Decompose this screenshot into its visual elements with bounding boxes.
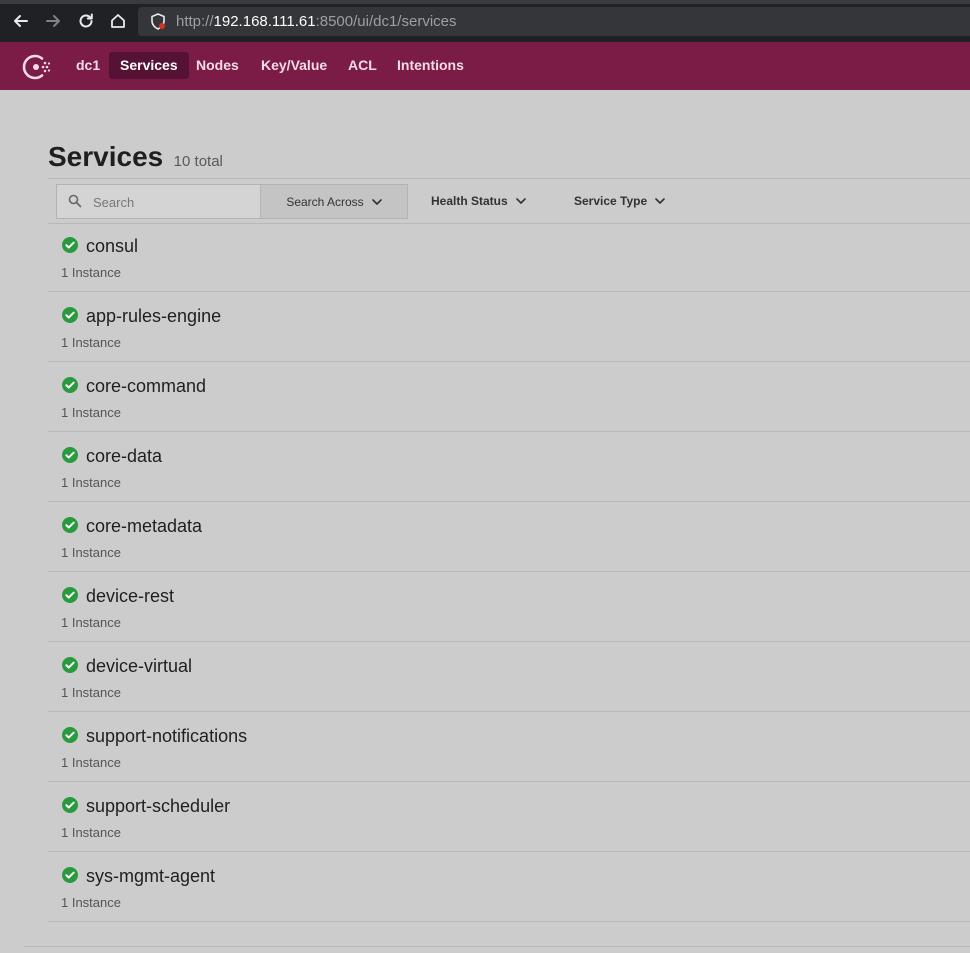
service-list: consul 1 Instance app-rules-engine 1 Instan… — [48, 222, 970, 922]
health-status-label: Health Status — [431, 193, 508, 208]
back-button[interactable] — [10, 10, 32, 32]
arrow-right-icon — [46, 15, 60, 27]
url-text: http://192.168.111.61:8500/ui/dc1/servic… — [176, 13, 457, 30]
url-path: :8500/ui/dc1/services — [315, 13, 457, 30]
service-instance-count: 1 Instance — [61, 475, 121, 490]
check-circle-icon — [62, 727, 78, 743]
arrow-left-icon — [14, 15, 28, 27]
service-instance-count: 1 Instance — [61, 615, 121, 630]
check-circle-icon — [62, 447, 78, 463]
service-name[interactable]: support-scheduler — [86, 796, 230, 817]
page-heading: Services 10 total — [48, 141, 223, 173]
check-circle-icon — [62, 657, 78, 673]
service-type-dropdown[interactable]: Service Type — [574, 184, 665, 217]
search-input[interactable] — [91, 191, 255, 213]
service-name[interactable]: core-command — [86, 376, 206, 397]
service-name[interactable]: consul — [86, 236, 138, 257]
nav-acl[interactable]: ACL — [337, 52, 388, 79]
service-row[interactable]: sys-mgmt-agent 1 Instance — [48, 852, 970, 922]
check-circle-icon — [62, 867, 78, 883]
nav-nodes[interactable]: Nodes — [185, 52, 250, 79]
service-name[interactable]: core-data — [86, 446, 162, 467]
filter-bar: Search Across Health Status Service Type — [48, 178, 970, 224]
service-name[interactable]: device-virtual — [86, 656, 192, 677]
consul-logo[interactable] — [22, 52, 52, 87]
service-name[interactable]: sys-mgmt-agent — [86, 866, 215, 887]
service-instance-count: 1 Instance — [61, 755, 121, 770]
search-field[interactable] — [56, 184, 261, 219]
chevron-down-icon — [515, 197, 526, 204]
app-header: dc1 Services Nodes Key/Value ACL Intenti… — [0, 42, 970, 90]
reload-button[interactable] — [75, 10, 97, 32]
service-row[interactable]: support-notifications 1 Instance — [48, 712, 970, 782]
service-row[interactable]: consul 1 Instance — [48, 222, 970, 292]
service-instance-count: 1 Instance — [61, 895, 121, 910]
forward-button[interactable] — [42, 10, 64, 32]
service-row[interactable]: device-virtual 1 Instance — [48, 642, 970, 712]
service-name[interactable]: app-rules-engine — [86, 306, 221, 327]
service-name[interactable]: core-metadata — [86, 516, 202, 537]
url-host: 192.168.111.61 — [213, 13, 316, 30]
url-scheme: http:// — [176, 13, 214, 30]
search-across-dropdown[interactable]: Search Across — [260, 184, 408, 219]
service-name[interactable]: device-rest — [86, 586, 174, 607]
chevron-down-icon — [371, 198, 382, 205]
reload-icon — [79, 13, 93, 28]
check-circle-icon — [62, 237, 78, 253]
shield-warning-icon — [151, 13, 165, 30]
footer-divider — [24, 946, 970, 947]
datacenter-selector[interactable]: dc1 — [65, 52, 111, 79]
check-circle-icon — [62, 307, 78, 323]
service-row[interactable]: core-metadata 1 Instance — [48, 502, 970, 572]
service-instance-count: 1 Instance — [61, 545, 121, 560]
service-row[interactable]: core-data 1 Instance — [48, 432, 970, 502]
chevron-down-icon — [655, 197, 665, 204]
search-icon — [68, 194, 82, 208]
home-button[interactable] — [107, 10, 129, 32]
nav-intentions[interactable]: Intentions — [386, 52, 475, 79]
search-across-label: Search Across — [286, 194, 364, 209]
page-title: Services — [48, 141, 164, 172]
check-circle-icon — [62, 517, 78, 533]
service-type-label: Service Type — [574, 193, 648, 208]
nav-key-value[interactable]: Key/Value — [250, 52, 338, 79]
health-status-dropdown[interactable]: Health Status — [431, 184, 526, 217]
service-row[interactable]: app-rules-engine 1 Instance — [48, 292, 970, 362]
service-count: 10 total — [173, 153, 223, 170]
browser-tab-strip-edge — [0, 0, 970, 4]
nav-services[interactable]: Services — [109, 52, 189, 79]
service-instance-count: 1 Instance — [61, 685, 121, 700]
address-bar[interactable]: http://192.168.111.61:8500/ui/dc1/servic… — [138, 7, 970, 36]
consul-logo-icon — [22, 54, 51, 80]
browser-toolbar: http://192.168.111.61:8500/ui/dc1/servic… — [0, 0, 970, 42]
service-name[interactable]: support-notifications — [86, 726, 247, 747]
check-circle-icon — [62, 797, 78, 813]
service-instance-count: 1 Instance — [61, 335, 121, 350]
service-row[interactable]: device-rest 1 Instance — [48, 572, 970, 642]
service-row[interactable]: core-command 1 Instance — [48, 362, 970, 432]
service-instance-count: 1 Instance — [61, 265, 121, 280]
service-row[interactable]: support-scheduler 1 Instance — [48, 782, 970, 852]
check-circle-icon — [62, 377, 78, 393]
check-circle-icon — [62, 587, 78, 603]
service-instance-count: 1 Instance — [61, 405, 121, 420]
service-instance-count: 1 Instance — [61, 825, 121, 840]
home-icon — [111, 14, 125, 28]
